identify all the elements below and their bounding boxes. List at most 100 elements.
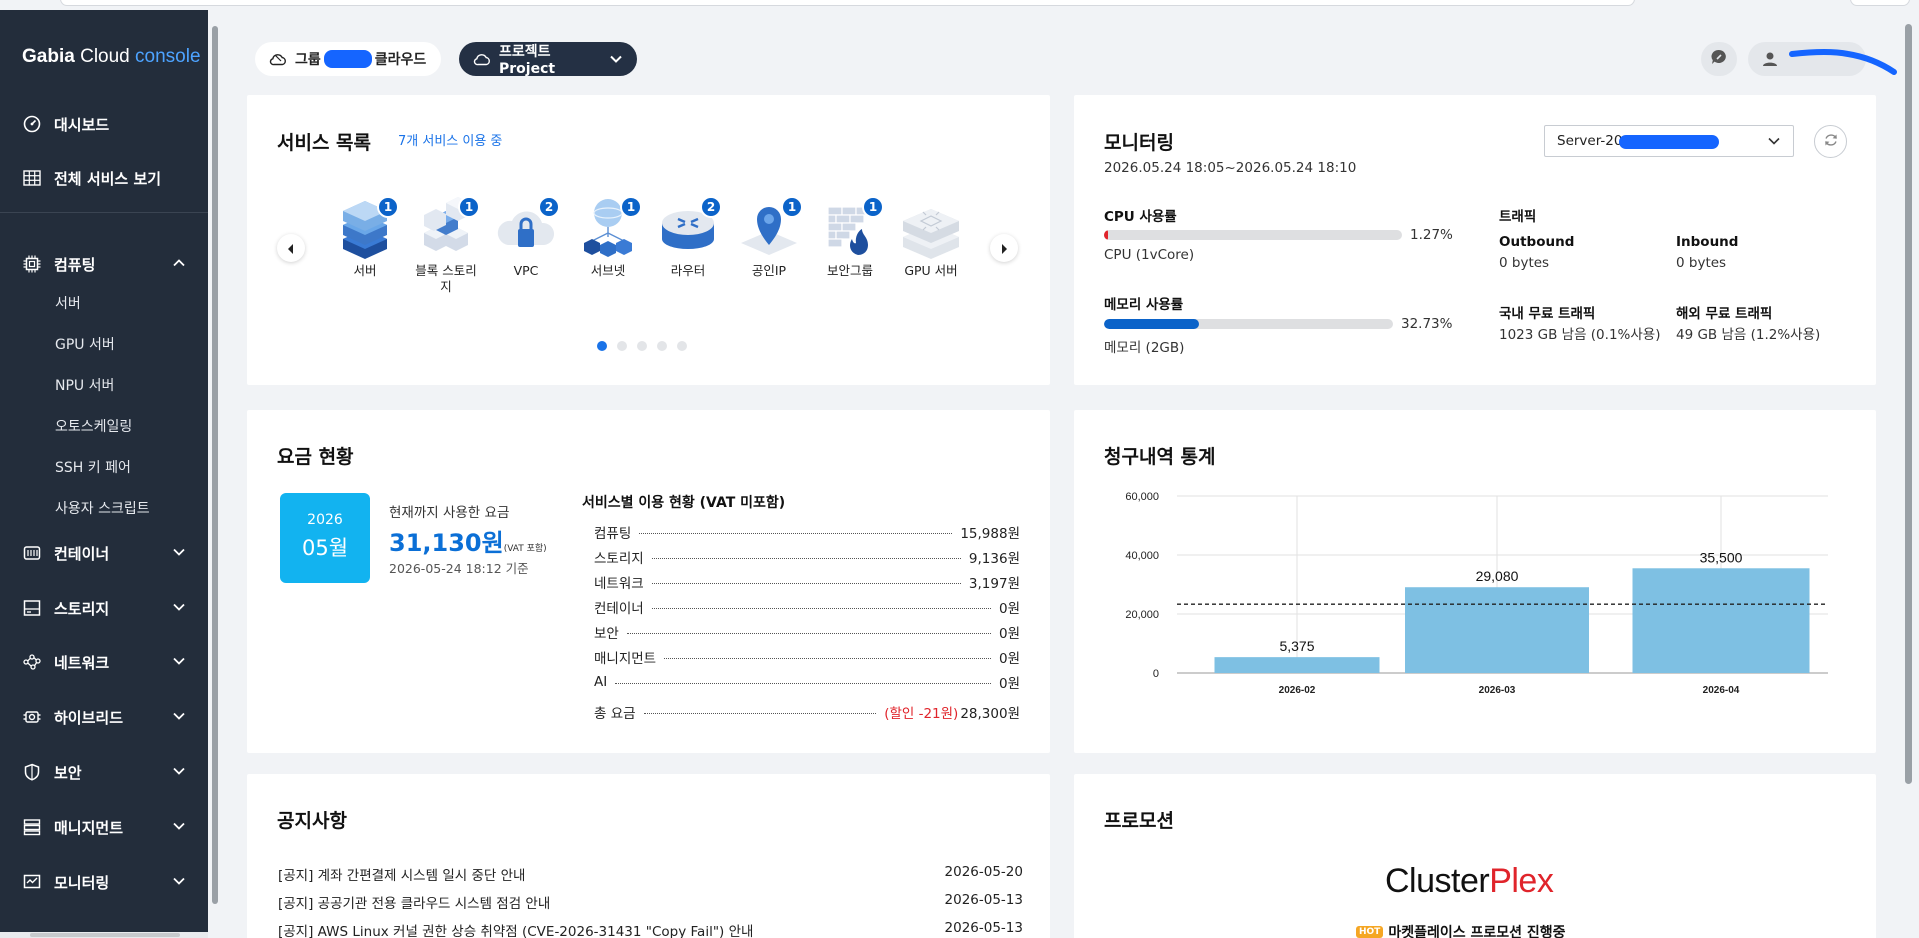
notice-item[interactable]: [공지] 공공기관 전용 클라우드 시스템 점검 안내 2026-05-13 (278, 892, 1023, 912)
service-tile-server[interactable]: 1 서버 (329, 193, 401, 279)
service-tile-public-ip[interactable]: 1 공인IP (733, 193, 805, 279)
bar-value-label: 35,500 (1700, 549, 1743, 565)
notice-item-title: [공지] 계좌 간편결제 시스템 일시 중단 안내 (278, 868, 526, 884)
sidebar-scrollbar[interactable] (210, 14, 220, 938)
sidebar-item-all-services[interactable]: 전체 서비스 보기 (0, 156, 208, 200)
brand-logo[interactable]: Gabia Cloud console (22, 46, 201, 68)
service-tile-subnet[interactable]: 1 서브넷 (572, 193, 644, 279)
sidebar-subitem-user-script[interactable]: 사용자 스크립트 (55, 498, 150, 518)
sidebar-item-monitoring[interactable]: 모니터링 (0, 860, 208, 904)
group-prefix: 그룹 (295, 52, 321, 68)
sidebar-item-dashboard[interactable]: 대시보드 (0, 102, 208, 146)
sidebar-subitem-autoscaling[interactable]: 오토스케일링 (55, 416, 132, 436)
usage-row-name: 컴퓨팅 (594, 526, 632, 542)
notice-item-date: 2026-05-13 (944, 892, 1023, 908)
usage-row: 매니지먼트 0원 (594, 648, 1020, 667)
pagination-dot[interactable] (677, 341, 687, 351)
promotion-banner-logo[interactable]: ClusterPlex (1385, 862, 1554, 901)
sidebar-item-label: 모니터링 (54, 873, 110, 892)
memory-usage-value: 32.73% (1401, 316, 1453, 332)
billing-month: 05월 (301, 536, 349, 560)
service-tile-vpc[interactable]: 2 VPC (490, 193, 562, 279)
usage-row: 보안 0원 (594, 623, 1020, 642)
memory-usage-fill (1104, 319, 1199, 329)
chevron-down-icon (172, 709, 186, 727)
service-tile-security-group[interactable]: 1 보안그룹 (814, 193, 886, 279)
service-usage-link[interactable]: 7개 서비스 이용 중 (398, 130, 502, 149)
network-icon (22, 652, 42, 672)
hot-badge: HOT (1356, 926, 1384, 938)
sidebar-horizontal-scrollbar[interactable] (0, 932, 208, 938)
sidebar-item-container[interactable]: 컨테이너 (0, 531, 208, 575)
user-menu[interactable] (1748, 42, 1897, 76)
chat-button[interactable] (1701, 42, 1737, 76)
carousel-next-button[interactable] (990, 234, 1018, 262)
service-label: 서버 (353, 263, 377, 278)
service-tile-gpu-server[interactable]: GPU 서버 (895, 193, 967, 279)
shield-icon (22, 762, 42, 782)
bar (1214, 657, 1380, 673)
memory-usage-bar (1104, 319, 1393, 329)
caret-right-icon (1000, 239, 1008, 258)
chart-title: 청구내역 통계 (1104, 446, 1216, 468)
service-tile-router[interactable]: 2 라우터 (652, 193, 724, 279)
current-fee-label: 현재까지 사용한 요금 (389, 505, 510, 521)
sidebar-item-hybrid[interactable]: 하이브리드 (0, 695, 208, 739)
grid-icon (22, 168, 42, 188)
chevron-up-icon (172, 256, 186, 274)
redaction-mark (323, 50, 372, 68)
bar-value-label: 5,375 (1279, 638, 1314, 654)
usage-total-row: 총 요금 (할인 -21원) 28,300원 (594, 703, 1020, 722)
carousel-prev-button[interactable] (277, 234, 305, 262)
sidebar-subitem-npu-server[interactable]: NPU 서버 (55, 375, 114, 395)
usage-row-value: 0원 (998, 651, 1020, 667)
refresh-icon (1823, 132, 1839, 152)
usage-row-name: 컨테이너 (594, 601, 644, 617)
sidebar-item-storage[interactable]: 스토리지 (0, 586, 208, 630)
service-count-badge: 1 (781, 196, 803, 218)
pagination-dot[interactable] (657, 341, 667, 351)
cpu-usage-bar (1104, 230, 1402, 240)
sidebar-item-network[interactable]: 네트워크 (0, 640, 208, 684)
service-count-badge: 1 (620, 196, 642, 218)
x-tick-label: 2026-02 (1279, 685, 1316, 696)
usage-total-name: 총 요금 (594, 706, 636, 722)
gpu-server-icon (903, 209, 959, 259)
notice-item[interactable]: [공지] AWS Linux 커널 권한 상승 취약점 (CVE-2026-31… (278, 920, 1023, 938)
notice-item[interactable]: [공지] 계좌 간편결제 시스템 일시 중단 안내 2026-05-20 (278, 864, 1023, 884)
brand-console: console (135, 46, 201, 67)
server-select[interactable]: Server-20 (1544, 125, 1794, 157)
pagination-dot[interactable] (597, 341, 607, 351)
service-count-badge: 1 (377, 196, 399, 218)
sidebar-subitem-gpu-server[interactable]: GPU 서버 (55, 334, 115, 354)
server-select-value: Server-20 (1557, 133, 1623, 149)
redaction-mark (1619, 135, 1719, 149)
traffic-label: 트래픽 (1499, 209, 1537, 225)
cpu-icon (22, 254, 42, 274)
redaction-mark (1789, 49, 1897, 75)
carousel-pagination (597, 341, 687, 351)
sidebar-item-security[interactable]: 보안 (0, 750, 208, 794)
sidebar-item-management[interactable]: 매니지먼트 (0, 805, 208, 849)
address-bar[interactable] (60, 0, 1635, 6)
browser-button[interactable] (1850, 0, 1910, 6)
sidebar-subitem-ssh-keypair[interactable]: SSH 키 페어 (55, 457, 131, 477)
group-selector[interactable]: 그룹 클라우드 (255, 42, 441, 76)
main-scrollbar[interactable] (1903, 14, 1915, 938)
service-tile-block-storage[interactable]: 1 블록 스토리지 (410, 193, 482, 295)
sidebar-subitem-server[interactable]: 서버 (55, 293, 81, 313)
refresh-button[interactable] (1814, 125, 1847, 158)
notice-item-date: 2026-05-20 (944, 864, 1023, 880)
current-fee: 31,130원(VAT 포함) (389, 523, 547, 558)
promotion-title: 프로모션 (1104, 810, 1174, 832)
sidebar-item-computing[interactable]: 컴퓨팅 (0, 242, 208, 286)
overseas-traffic-value: 49 GB 남음 (1.2%사용) (1676, 327, 1821, 343)
chevron-down-icon (172, 545, 186, 563)
promotion-subtitle[interactable]: HOT 마켓플레이스 프로모션 진행중 (1356, 922, 1566, 938)
pagination-dot[interactable] (637, 341, 647, 351)
notice-item-title: [공지] 공공기관 전용 클라우드 시스템 점검 안내 (278, 896, 551, 912)
pagination-dot[interactable] (617, 341, 627, 351)
project-selector[interactable]: 프로젝트 Project (459, 42, 637, 77)
usage-row-value: 0원 (998, 601, 1020, 617)
notice-card: 공지사항 (247, 774, 1050, 938)
